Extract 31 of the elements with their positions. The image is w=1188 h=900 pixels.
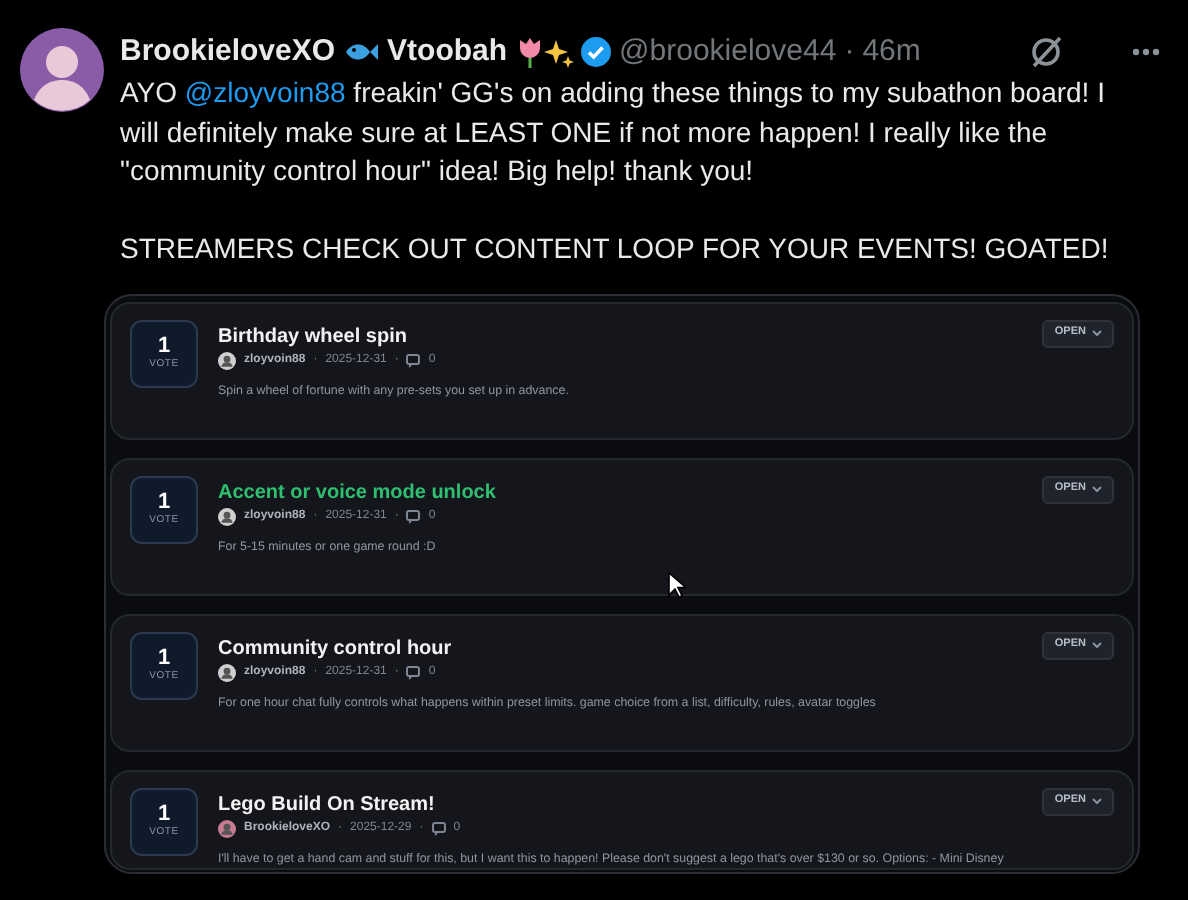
comment-icon	[431, 821, 446, 835]
idea-title[interactable]: Lego Build On Stream!	[218, 791, 1023, 817]
sparkles-icon	[543, 37, 574, 67]
user-handle[interactable]: @brookielove44	[619, 34, 837, 70]
display-name: Vtoobah	[387, 34, 508, 70]
user-avatar-icon	[218, 819, 236, 837]
idea-title[interactable]: Community control hour	[218, 635, 1023, 661]
comment-icon	[406, 353, 421, 367]
user-avatar-icon	[218, 663, 236, 681]
chevron-down-icon	[1092, 642, 1102, 648]
comment-icon	[406, 509, 421, 523]
user-avatar-icon	[218, 351, 236, 369]
chevron-down-icon	[1092, 330, 1102, 336]
separator: ·	[844, 34, 855, 70]
fish-icon	[343, 40, 380, 64]
post-text: AYO @zloyvoin88 freakin' GG's on adding these things to my subathon board! I will definitely make sure at LEAST ONE if not more happen! I really like the "community control hour" idea! Big help! thank you!	[120, 74, 1107, 190]
chevron-down-icon	[1092, 798, 1102, 804]
chevron-down-icon	[1092, 486, 1102, 492]
post-time[interactable]: 46m	[862, 34, 921, 70]
mention-link[interactable]: @zloyvoin88	[184, 76, 346, 108]
user-avatar-icon	[218, 507, 236, 525]
cursor-icon	[668, 572, 686, 598]
idea-title[interactable]: Birthday wheel spin	[218, 323, 1023, 349]
display-name: BrookieloveXO	[120, 34, 336, 70]
avatar	[20, 28, 104, 112]
slashed-circle-icon[interactable]	[1032, 36, 1062, 68]
tulip-icon	[515, 36, 544, 68]
idea-title[interactable]: Accent or voice mode unlock	[218, 479, 1023, 505]
more-icon[interactable]	[1132, 48, 1160, 56]
comment-icon	[406, 665, 421, 679]
post-text: STREAMERS CHECK OUT CONTENT LOOP FOR YOUR EVENTS! GOATED!	[120, 230, 1111, 268]
